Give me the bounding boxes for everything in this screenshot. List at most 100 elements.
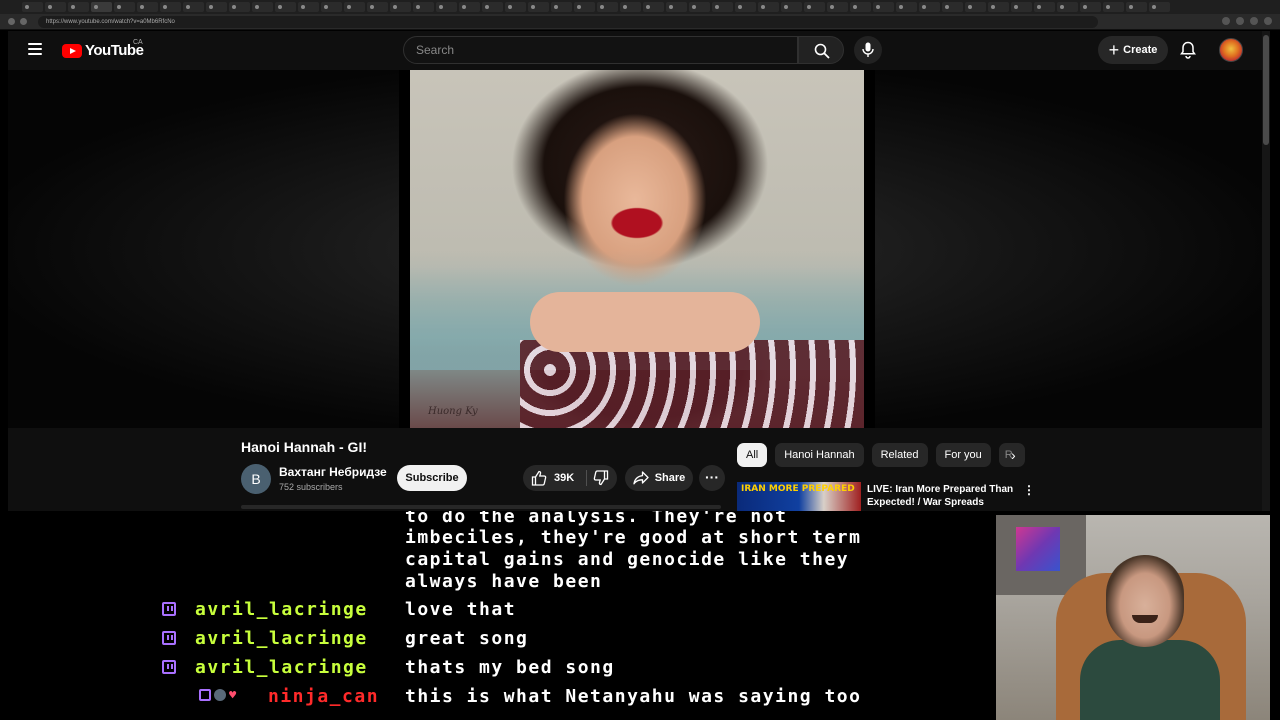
browser-tab[interactable] <box>988 2 1009 12</box>
like-button[interactable]: 39K <box>531 470 574 486</box>
chat-continuation-line: capital gains and genocide like they <box>405 549 850 570</box>
browser-tab[interactable] <box>459 2 480 12</box>
chip-for-you[interactable]: For you <box>935 443 991 467</box>
chip-hanoi-hannah[interactable]: Hanoi Hannah <box>775 443 864 467</box>
browser-tab[interactable] <box>1011 2 1032 12</box>
thumbnail-text: IRAN MORE PREPARED <box>741 484 855 494</box>
browser-tab[interactable] <box>1103 2 1124 12</box>
browser-tab[interactable] <box>321 2 342 12</box>
browser-tab[interactable] <box>574 2 595 12</box>
twitch-badge-icon <box>162 631 176 645</box>
browser-tab[interactable] <box>965 2 986 12</box>
browser-tab-active[interactable] <box>91 2 112 12</box>
browser-tab[interactable] <box>551 2 572 12</box>
browser-tab[interactable] <box>22 2 43 12</box>
account-avatar[interactable] <box>1219 38 1243 62</box>
search-input[interactable]: Search <box>403 36 798 64</box>
chevron-right-icon[interactable]: › <box>1011 447 1016 463</box>
browser-tab[interactable] <box>873 2 894 12</box>
notifications-bell-icon[interactable] <box>1180 41 1196 59</box>
video-frame[interactable]: Huong Ky <box>399 70 875 428</box>
create-label: Create <box>1123 44 1158 56</box>
browser-tab[interactable] <box>160 2 181 12</box>
browser-tab[interactable] <box>712 2 733 12</box>
browser-tab[interactable] <box>114 2 135 12</box>
browser-tab[interactable] <box>620 2 641 12</box>
browser-tab[interactable] <box>229 2 250 12</box>
recommended-video-title[interactable]: LIVE: Iran More Prepared Than Expected! … <box>867 483 1017 511</box>
browser-tab[interactable] <box>436 2 457 12</box>
chat-continuation-line: always have been <box>405 571 603 592</box>
chat-continuation-line: to do the analysis. They're not <box>405 511 788 527</box>
url-field[interactable]: https://www.youtube.com/watch?v=a0Mb6Rfc… <box>38 16 1098 28</box>
chip-all[interactable]: All <box>737 443 768 467</box>
browser-tab[interactable] <box>45 2 66 12</box>
channel-name[interactable]: Вахтанг Небридзе <box>279 465 387 479</box>
browser-tab[interactable] <box>942 2 963 12</box>
recommended-video-thumbnail[interactable]: IRAN MORE PREPARED <box>737 482 861 511</box>
chat-message: this is what Netanyahu was saying too <box>405 686 862 707</box>
browser-nav-buttons[interactable] <box>8 18 27 25</box>
plus-icon: + <box>1108 40 1120 60</box>
browser-tab[interactable] <box>482 2 503 12</box>
twitch-badge-icon <box>162 602 176 616</box>
thumbs-up-icon <box>531 470 547 486</box>
browser-tab[interactable] <box>781 2 802 12</box>
browser-tab[interactable] <box>390 2 411 12</box>
youtube-logo[interactable]: YouTube <box>62 42 144 59</box>
browser-tab[interactable] <box>344 2 365 12</box>
like-count: 39K <box>554 472 575 484</box>
browser-toolbar-icons[interactable] <box>1222 17 1272 25</box>
youtube-page: YouTube CA Search + Create Huong Ky Hano <box>8 31 1270 511</box>
masthead: YouTube CA Search + Create <box>8 31 1270 70</box>
browser-tab[interactable] <box>827 2 848 12</box>
share-button[interactable]: Share <box>625 465 693 491</box>
more-actions-button[interactable]: ··· <box>699 465 725 491</box>
browser-tab[interactable] <box>298 2 319 12</box>
chat-username: avril_lacringe <box>195 628 368 649</box>
chip-related[interactable]: Related <box>871 443 928 467</box>
create-button[interactable]: + Create <box>1098 36 1168 64</box>
voice-search-button[interactable] <box>854 36 882 64</box>
menu-icon[interactable] <box>28 43 42 55</box>
browser-tab[interactable] <box>597 2 618 12</box>
browser-tab[interactable] <box>1126 2 1147 12</box>
chat-continuation-line: imbeciles, they're good at short term <box>405 527 862 548</box>
browser-tab[interactable] <box>689 2 710 12</box>
video-still-image: Huong Ky <box>410 70 864 428</box>
channel-avatar[interactable]: B <box>241 464 271 494</box>
browser-tab[interactable] <box>505 2 526 12</box>
browser-tab[interactable] <box>758 2 779 12</box>
browser-tab[interactable] <box>850 2 871 12</box>
like-dislike-bar: 39K <box>523 465 617 491</box>
search-button[interactable] <box>798 36 844 64</box>
browser-tab[interactable] <box>919 2 940 12</box>
browser-tab[interactable] <box>528 2 549 12</box>
subscribe-button[interactable]: Subscribe <box>397 465 467 491</box>
video-player[interactable]: Huong Ky <box>8 70 1262 428</box>
browser-tab[interactable] <box>1034 2 1055 12</box>
browser-tab[interactable] <box>735 2 756 12</box>
browser-tab[interactable] <box>68 2 89 12</box>
browser-tab[interactable] <box>896 2 917 12</box>
kebab-menu-icon[interactable]: ⋮ <box>1023 483 1035 497</box>
browser-tab[interactable] <box>643 2 664 12</box>
browser-tab[interactable] <box>666 2 687 12</box>
twitch-badge-icon <box>199 689 211 701</box>
browser-tab[interactable] <box>367 2 388 12</box>
browser-tab[interactable] <box>275 2 296 12</box>
browser-tab[interactable] <box>1149 2 1170 12</box>
browser-tab[interactable] <box>413 2 434 12</box>
browser-tab[interactable] <box>183 2 204 12</box>
browser-tab[interactable] <box>1080 2 1101 12</box>
share-arrow-icon <box>633 471 649 485</box>
browser-tab[interactable] <box>1057 2 1078 12</box>
browser-tab[interactable] <box>206 2 227 12</box>
browser-tab[interactable] <box>137 2 158 12</box>
chat-badges: ♥ <box>199 689 236 701</box>
dislike-button[interactable] <box>593 470 609 491</box>
browser-tab[interactable] <box>804 2 825 12</box>
page-scrollbar[interactable] <box>1262 31 1270 511</box>
share-label: Share <box>654 472 686 484</box>
browser-tab[interactable] <box>252 2 273 12</box>
